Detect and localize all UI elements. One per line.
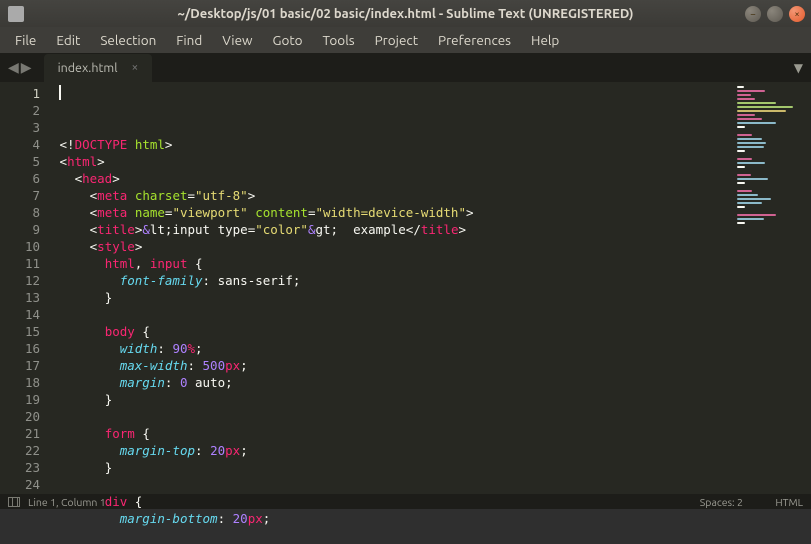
maximize-button[interactable] <box>767 6 783 22</box>
line-number: 22 <box>0 442 40 459</box>
window-title: ~/Desktop/js/01 basic/02 basic/index.htm… <box>177 7 633 21</box>
app-icon <box>8 6 24 22</box>
line-number: 10 <box>0 238 40 255</box>
line-number: 19 <box>0 391 40 408</box>
text-cursor <box>59 85 61 100</box>
tab-dropdown-icon[interactable]: ▼ <box>794 61 803 75</box>
line-number: 20 <box>0 408 40 425</box>
syntax-setting[interactable]: HTML <box>745 496 803 508</box>
line-number: 23 <box>0 459 40 476</box>
line-number: 1 <box>0 85 40 102</box>
menu-file[interactable]: File <box>6 29 45 51</box>
line-number: 24 <box>0 476 40 493</box>
line-number: 2 <box>0 102 40 119</box>
line-number: 18 <box>0 374 40 391</box>
menu-selection[interactable]: Selection <box>91 29 165 51</box>
line-number: 4 <box>0 136 40 153</box>
menu-edit[interactable]: Edit <box>47 29 89 51</box>
line-number: 8 <box>0 204 40 221</box>
window-controls: – × <box>745 6 805 22</box>
line-number: 7 <box>0 187 40 204</box>
menu-help[interactable]: Help <box>522 29 568 51</box>
menu-view[interactable]: View <box>213 29 261 51</box>
line-gutter: 123456789101112131415161718192021222324 <box>0 82 52 494</box>
nav-arrows: ◀ ▶ <box>0 59 40 76</box>
line-number: 9 <box>0 221 40 238</box>
line-number: 21 <box>0 425 40 442</box>
line-number: 3 <box>0 119 40 136</box>
editor: 123456789101112131415161718192021222324 … <box>0 82 811 494</box>
tab-index-html[interactable]: index.html × <box>44 54 153 82</box>
menu-tools[interactable]: Tools <box>314 29 364 51</box>
minimize-button[interactable]: – <box>745 6 761 22</box>
tab-label: index.html <box>58 61 118 75</box>
menu-project[interactable]: Project <box>366 29 427 51</box>
menu-find[interactable]: Find <box>167 29 211 51</box>
line-number: 5 <box>0 153 40 170</box>
tab-close-icon[interactable]: × <box>131 61 138 74</box>
line-number: 17 <box>0 357 40 374</box>
tab-bar: ◀ ▶ index.html × ▼ <box>0 53 811 82</box>
menu-preferences[interactable]: Preferences <box>429 29 520 51</box>
menu-goto[interactable]: Goto <box>264 29 312 51</box>
close-button[interactable]: × <box>789 6 805 22</box>
line-number: 6 <box>0 170 40 187</box>
nav-forward-icon[interactable]: ▶ <box>21 59 32 76</box>
line-number: 13 <box>0 289 40 306</box>
line-number: 12 <box>0 272 40 289</box>
line-number: 11 <box>0 255 40 272</box>
indent-setting[interactable]: Spaces: 2 <box>670 496 743 508</box>
code-area[interactable]: <!DOCTYPE html> <html> <head> <meta char… <box>52 82 721 494</box>
line-number: 15 <box>0 323 40 340</box>
panel-switcher-icon[interactable] <box>8 497 20 507</box>
nav-back-icon[interactable]: ◀ <box>8 59 19 76</box>
menu-bar: File Edit Selection Find View Goto Tools… <box>0 27 811 53</box>
line-number: 16 <box>0 340 40 357</box>
minimap-content <box>737 86 807 224</box>
minimap[interactable] <box>721 82 811 494</box>
title-bar: ~/Desktop/js/01 basic/02 basic/index.htm… <box>0 0 811 27</box>
line-number: 14 <box>0 306 40 323</box>
